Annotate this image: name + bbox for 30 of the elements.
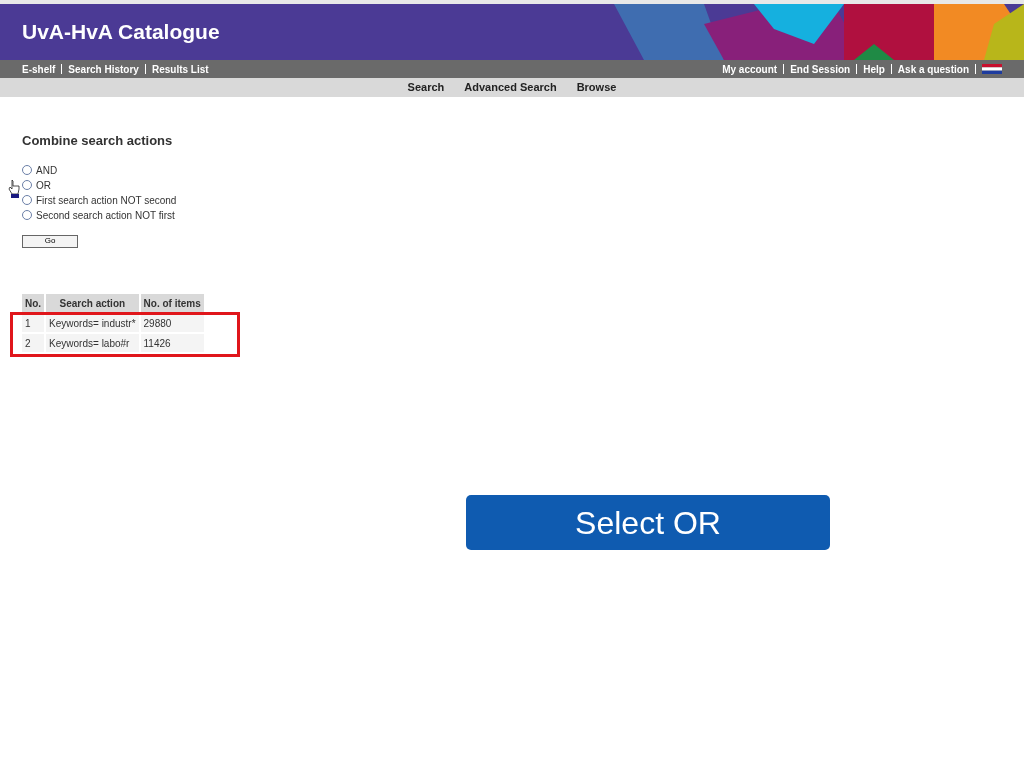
- nav-link[interactable]: Search: [407, 79, 445, 96]
- nav-link[interactable]: Advanced Search: [464, 79, 557, 96]
- go-button[interactable]: Go: [22, 234, 78, 248]
- top-link[interactable]: E-shelf: [22, 61, 56, 77]
- flag-icon[interactable]: [982, 64, 1002, 74]
- table-cell: 2: [22, 334, 45, 352]
- radio-label: AND: [36, 163, 58, 178]
- column-header: Search action: [46, 294, 139, 312]
- section-heading: Combine search actions: [22, 132, 174, 150]
- radio-button[interactable]: [22, 180, 32, 190]
- nav-link[interactable]: Browse: [576, 79, 617, 96]
- radio-button[interactable]: [22, 210, 32, 220]
- top-link[interactable]: Results List: [151, 61, 209, 77]
- table-cell: 11426: [140, 334, 204, 352]
- top-link[interactable]: Ask a question: [897, 61, 969, 77]
- top-link[interactable]: Search History: [68, 61, 139, 77]
- radio-label: First search action NOT second: [36, 193, 177, 208]
- top-link[interactable]: End Session: [790, 61, 851, 77]
- hand-cursor-icon: [8, 178, 20, 199]
- catalogue-title: UvA-HvA Catalogue: [22, 19, 220, 46]
- callout-box: Select OR: [466, 495, 830, 550]
- radio-button[interactable]: [22, 195, 32, 205]
- table-cell: Keywords= labo#r: [46, 334, 139, 352]
- column-header: No.: [22, 294, 45, 312]
- radio-button[interactable]: [22, 165, 32, 175]
- top-link[interactable]: Help: [863, 61, 885, 77]
- top-link[interactable]: My account: [722, 61, 778, 77]
- column-header: No. of items: [140, 294, 204, 312]
- radio-label: Second search action NOT first: [36, 208, 175, 223]
- radio-label: OR: [36, 178, 51, 193]
